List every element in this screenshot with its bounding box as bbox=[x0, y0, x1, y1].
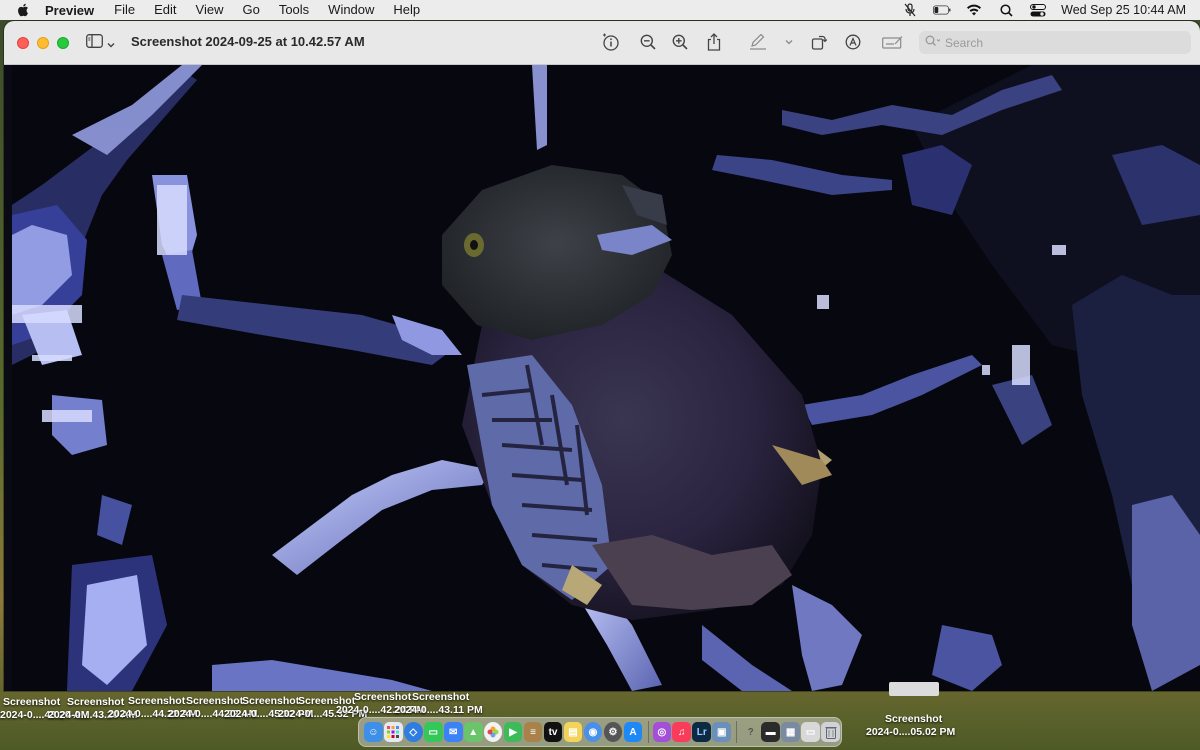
desktop-file-thumbnail[interactable] bbox=[889, 682, 939, 696]
battery-icon[interactable] bbox=[933, 3, 951, 17]
desktop-file-9[interactable]: Screenshot bbox=[885, 713, 942, 725]
menu-file[interactable]: File bbox=[114, 0, 135, 20]
window-titlebar[interactable]: Screenshot 2024-09-25 at 10.42.57 AM bbox=[4, 21, 1200, 65]
document-title: Screenshot 2024-09-25 at 10.42.57 AM bbox=[131, 34, 365, 49]
launchpad-icon[interactable] bbox=[383, 722, 403, 742]
dock-separator bbox=[647, 721, 649, 743]
tv-icon[interactable]: tv bbox=[543, 722, 563, 742]
share-icon[interactable] bbox=[703, 31, 725, 53]
help-icon[interactable]: ? bbox=[741, 722, 760, 742]
search-field[interactable] bbox=[919, 31, 1191, 54]
desktop-file-9-date: 2024-0....05.02 PM bbox=[866, 726, 956, 738]
terminal-icon[interactable]: ▬ bbox=[761, 722, 780, 742]
desktop-file-1[interactable]: Screenshot bbox=[3, 696, 60, 708]
safari-icon[interactable]: ◇ bbox=[403, 722, 423, 742]
form-icon[interactable] bbox=[882, 31, 904, 53]
desktop-file-8-date: 2024-0....43.11 PM bbox=[394, 704, 483, 716]
menu-tools[interactable]: Tools bbox=[279, 0, 309, 20]
desktop-file-5[interactable]: Screenshot bbox=[242, 695, 299, 707]
menu-window[interactable]: Window bbox=[328, 0, 374, 20]
menu-clock[interactable]: Wed Sep 25 10:44 AM bbox=[1061, 3, 1186, 17]
close-button[interactable] bbox=[17, 37, 29, 49]
desktop-file-8[interactable]: Screenshot bbox=[412, 691, 469, 703]
notes-icon[interactable]: ▤ bbox=[563, 722, 583, 742]
markup-icon[interactable] bbox=[747, 31, 769, 53]
mail-icon[interactable]: ✉ bbox=[443, 722, 463, 742]
app-store-icon[interactable]: A bbox=[623, 722, 643, 742]
annotate-icon[interactable] bbox=[842, 31, 864, 53]
search-icon[interactable] bbox=[997, 3, 1015, 17]
sidebar-icon bbox=[86, 34, 103, 53]
desktop-file-7[interactable]: Screenshot bbox=[354, 691, 411, 703]
chrome-icon[interactable]: ◉ bbox=[583, 722, 603, 742]
notes-brown-icon[interactable]: ≡ bbox=[523, 722, 543, 742]
system-icon[interactable]: ▦ bbox=[781, 722, 800, 742]
search-input[interactable] bbox=[945, 35, 1185, 50]
chevron-down-icon bbox=[107, 35, 115, 53]
preview-window: Screenshot 2024-09-25 at 10.42.57 AM bbox=[4, 21, 1200, 691]
photos-icon[interactable] bbox=[483, 722, 503, 742]
sidebar-toggle-button[interactable] bbox=[86, 34, 115, 53]
trash-icon[interactable] bbox=[821, 722, 840, 742]
markup-menu-chevron-icon[interactable] bbox=[778, 31, 800, 53]
dock-separator-2 bbox=[736, 721, 738, 743]
preview-icon[interactable]: ▣ bbox=[712, 722, 732, 742]
dock: ☺ ◇ ▭ ✉ ▲ ▶ ≡ tv ▤ ◉ ⚙ A ◎ ♫ Lr ▣ ? ▬ ▦ … bbox=[358, 717, 842, 747]
music-icon[interactable]: ♫ bbox=[672, 722, 692, 742]
minimize-button[interactable] bbox=[37, 37, 49, 49]
zoom-out-icon[interactable] bbox=[637, 31, 659, 53]
control-center-icon[interactable] bbox=[1029, 3, 1047, 17]
image-canvas[interactable] bbox=[12, 65, 1200, 691]
search-icon bbox=[925, 34, 941, 52]
screen-icon[interactable]: ▭ bbox=[801, 722, 820, 742]
menu-edit[interactable]: Edit bbox=[154, 0, 176, 20]
menu-bar: Preview File Edit View Go Tools Window H… bbox=[0, 0, 1200, 20]
menu-view[interactable]: View bbox=[196, 0, 224, 20]
rotate-icon[interactable] bbox=[808, 31, 830, 53]
maps-icon[interactable]: ▲ bbox=[463, 722, 483, 742]
lightroom-icon[interactable]: Lr bbox=[692, 722, 712, 742]
zoom-in-icon[interactable] bbox=[669, 31, 691, 53]
owl-photo bbox=[12, 65, 1200, 691]
desktop-file-2[interactable]: Screenshot bbox=[67, 696, 124, 708]
finder-icon[interactable]: ☺ bbox=[364, 722, 383, 742]
podcasts-icon[interactable]: ◎ bbox=[652, 722, 672, 742]
menu-app-name[interactable]: Preview bbox=[45, 3, 94, 18]
desktop-file-4[interactable]: Screenshot bbox=[186, 695, 243, 707]
facetime-icon[interactable]: ▶ bbox=[503, 722, 523, 742]
settings-icon[interactable]: ⚙ bbox=[603, 722, 623, 742]
mic-off-icon[interactable] bbox=[901, 3, 919, 17]
info-icon[interactable] bbox=[599, 31, 621, 53]
traffic-lights bbox=[17, 37, 69, 49]
maximize-button[interactable] bbox=[57, 37, 69, 49]
messages-icon[interactable]: ▭ bbox=[423, 722, 443, 742]
desktop-file-3[interactable]: Screenshot bbox=[128, 695, 185, 707]
menu-go[interactable]: Go bbox=[242, 0, 259, 20]
menu-help[interactable]: Help bbox=[393, 0, 420, 20]
wifi-icon[interactable] bbox=[965, 3, 983, 17]
apple-icon[interactable] bbox=[16, 2, 30, 18]
